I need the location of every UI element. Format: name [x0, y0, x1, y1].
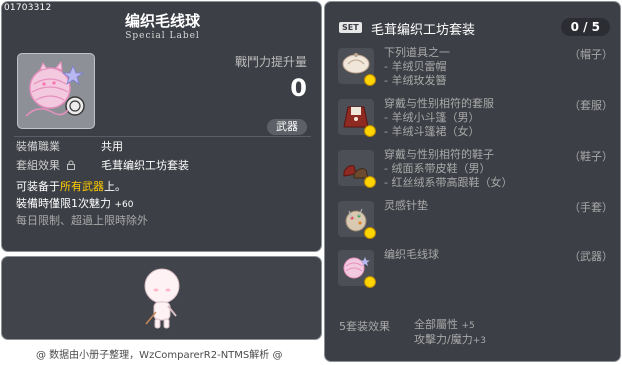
coin-icon — [364, 227, 376, 239]
piece-line: - 羊绒小斗篷（男） — [384, 111, 480, 124]
yarn-ball-icon — [25, 60, 85, 117]
job-value: 共用 — [101, 140, 123, 153]
limit-row: 每日限制、超過上限時除外 — [16, 212, 148, 228]
coin-icon — [364, 74, 376, 86]
set-effect-list: 全部屬性 +5 攻擊力/魔力+3 — [414, 318, 486, 348]
piece-text: 下列道具之一 - 羊绒贝雷帽 - 羊绒玫发簪 — [384, 46, 450, 88]
avatar-preview-panel — [1, 256, 322, 340]
job-value-row: 共用 — [101, 138, 123, 154]
set-count: 0 / 5 — [560, 18, 610, 36]
effect-stat-value: +3 — [472, 336, 486, 346]
effect-stat: 攻擊力/魔力 — [414, 333, 473, 346]
piece-text: 编织毛线球 — [384, 248, 439, 262]
effect-text: 裝備時僅限1次魅力 — [16, 197, 111, 210]
effect-value: +60 — [114, 200, 134, 210]
piece-line: - 羊绒贝雷帽 — [384, 60, 447, 73]
item-tooltip-panel: 01703312 编织毛线球 Special Label 戰鬥力提升量 0 武器… — [1, 1, 322, 252]
set-piece: 灵感针垫 （手套） — [338, 199, 613, 239]
item-icon-frame — [17, 53, 95, 129]
set-badge: SET — [339, 22, 362, 33]
piece-icon-frame — [338, 48, 376, 86]
piece-text: 穿戴与性别相符的套服 - 羊绒小斗篷（男） - 羊绒斗篷裙（女） — [384, 97, 494, 139]
effect-stat: 全部屬性 — [414, 318, 458, 331]
set-piece: 穿戴与性别相符的鞋子 - 绒面系带皮鞋（男） - 红丝绒系带高跟鞋（女） （鞋子… — [338, 148, 613, 190]
desc-highlight: 所有武器 — [60, 180, 104, 193]
limit-text: 每日限制、超過上限時除外 — [16, 214, 148, 227]
piece-line: - 羊绒斗篷裙（女） — [384, 125, 480, 138]
set-effect-item: 攻擊力/魔力+3 — [414, 333, 486, 348]
piece-line: - 红丝绒系带高跟鞋（女） — [384, 176, 513, 189]
coin-icon — [364, 176, 376, 188]
avatar-icon — [144, 268, 180, 329]
special-label: Special Label — [125, 31, 200, 41]
piece-slot: （帽子） — [569, 48, 613, 61]
piece-icon-frame — [338, 201, 376, 239]
set-info-panel: SET 毛茸编织工坊套装 0 / 5 下列道具之一 - 羊绒贝雷帽 - 羊绒玫发… — [324, 1, 621, 362]
divider — [14, 136, 311, 137]
desc-prefix: 可装备于 — [16, 180, 60, 193]
set-label: 套組效果 — [16, 159, 60, 172]
piece-line: 穿戴与性别相符的套服 — [384, 97, 494, 110]
effect-stat-value: +5 — [461, 321, 475, 331]
set-effect-label: 5套装效果 — [339, 320, 390, 333]
set-row: 套組效果 — [16, 157, 75, 173]
piece-text: 灵感针垫 — [384, 199, 428, 213]
coin-icon — [364, 276, 376, 288]
piece-line: - 绒面系带皮鞋（男） — [384, 162, 491, 175]
piece-line: 灵感针垫 — [384, 199, 428, 212]
item-name: 编织毛线球 — [124, 12, 200, 30]
lock-icon — [66, 160, 75, 170]
set-value-row: 毛茸编织工坊套装 — [101, 157, 189, 173]
piece-icon-frame — [338, 99, 376, 137]
power-value: 0 — [290, 74, 307, 102]
piece-icon-frame — [338, 250, 376, 288]
set-name: 毛茸编织工坊套装 — [371, 23, 476, 38]
set-piece: 下列道具之一 - 羊绒贝雷帽 - 羊绒玫发簪 （帽子） — [338, 46, 613, 88]
coin-icon — [364, 125, 376, 137]
piece-line: - 羊绒玫发簪 — [384, 74, 447, 87]
job-row: 裝備職業 — [16, 138, 60, 154]
set-effect-item: 全部屬性 +5 — [414, 318, 486, 333]
piece-line: 下列道具之一 — [384, 46, 450, 59]
effect-row: 裝備時僅限1次魅力 +60 — [16, 195, 134, 211]
credit-text: @ 数据由小册子整理，WzComparerR2-NTMS解析 @ — [36, 350, 283, 361]
piece-line: 穿戴与性别相符的鞋子 — [384, 148, 494, 161]
piece-line: 编织毛线球 — [384, 248, 439, 261]
piece-slot: （套服） — [569, 99, 613, 112]
piece-slot: （手套） — [569, 201, 613, 214]
desc-row: 可装备于所有武器上。 — [16, 178, 126, 194]
set-piece: 编织毛线球 （武器） — [338, 248, 613, 288]
desc-suffix: 上。 — [104, 180, 126, 193]
power-label: 戰鬥力提升量 — [234, 55, 307, 69]
piece-slot: （鞋子） — [569, 150, 613, 163]
job-label: 裝備職業 — [16, 140, 60, 153]
set-piece: 穿戴与性别相符的套服 - 羊绒小斗篷（男） - 羊绒斗篷裙（女） （套服） — [338, 97, 613, 139]
set-value: 毛茸编织工坊套装 — [101, 159, 189, 172]
piece-text: 穿戴与性别相符的鞋子 - 绒面系带皮鞋（男） - 红丝绒系带高跟鞋（女） — [384, 148, 512, 190]
category-badge: 武器 — [267, 119, 307, 135]
piece-icon-frame — [338, 150, 376, 188]
piece-slot: （武器） — [569, 250, 613, 263]
